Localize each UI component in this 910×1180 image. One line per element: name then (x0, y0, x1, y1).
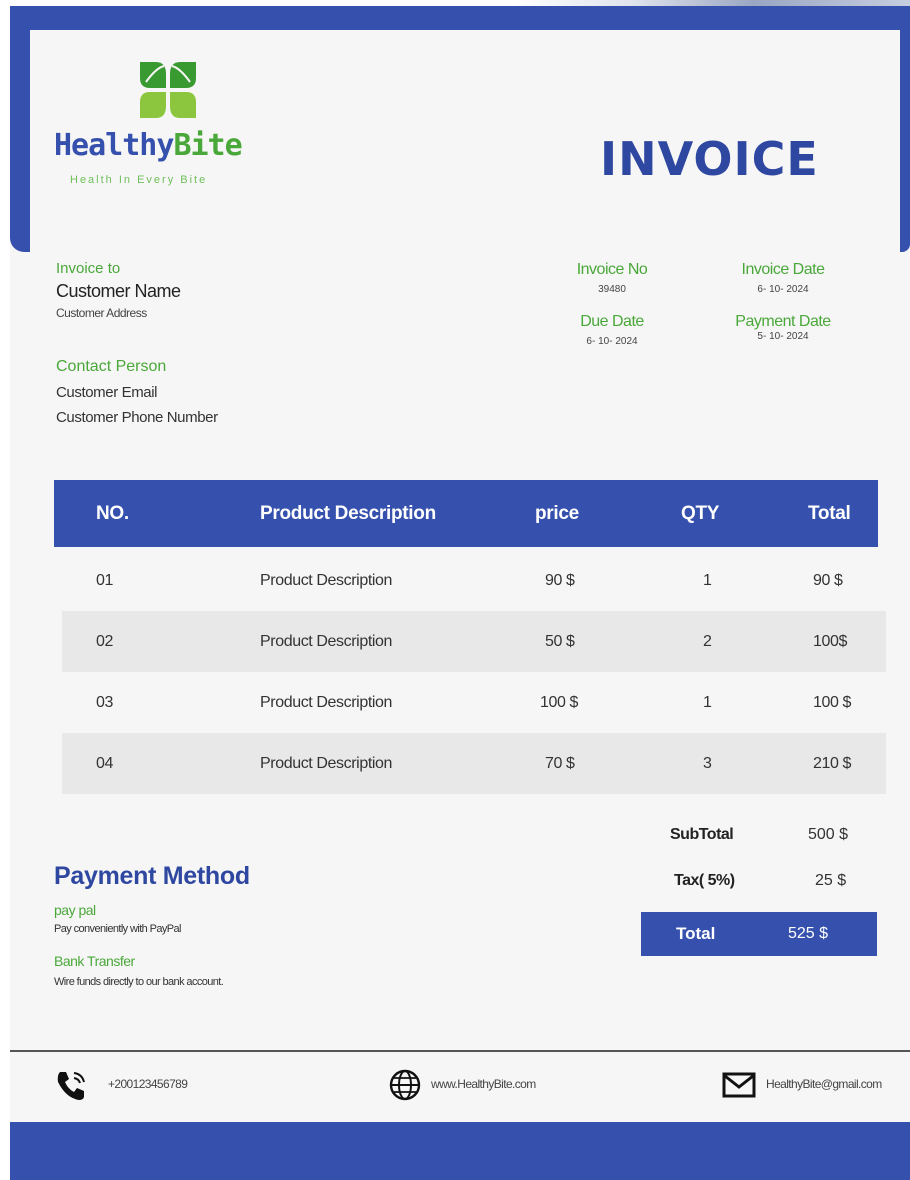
bill-to-block: Invoice to Customer Name Customer Addres… (56, 260, 181, 320)
table-row: 04 Product Description 70 $ 3 210 $ (62, 733, 886, 794)
page-title: INVOICE (600, 132, 819, 186)
left-frame-accent (10, 6, 30, 252)
total-value: 525 $ (788, 925, 829, 942)
header-band (10, 6, 910, 30)
payment-method-title: Payment Method (54, 862, 250, 890)
tax-value: 25 $ (815, 872, 847, 889)
brand-name: HealthyBite (54, 128, 243, 163)
footer-band (10, 1122, 910, 1180)
customer-email: Customer Email (56, 384, 158, 401)
column-header-total: Total (808, 503, 851, 524)
invoice-page: HealthyBite Health In Every Bite INVOICE… (10, 6, 910, 1180)
phone-icon (57, 1072, 85, 1100)
contact-block: Contact Person Customer Email Customer P… (56, 358, 218, 426)
customer-address: Customer Address (56, 306, 147, 320)
customer-name: Customer Name (56, 281, 181, 301)
mail-icon (722, 1072, 756, 1098)
footer-divider (10, 1050, 910, 1052)
right-frame-accent (900, 6, 910, 252)
invoice-to-label: Invoice to (56, 260, 121, 277)
globe-icon (389, 1069, 421, 1101)
footer-website[interactable]: www.HealthyBite.com (431, 1077, 536, 1091)
payment-method-name: pay pal (54, 902, 96, 918)
payment-method-description: Wire funds directly to our bank account. (54, 976, 224, 988)
payment-method-name: Bank Transfer (54, 953, 135, 969)
column-header-qty: QTY (681, 503, 720, 524)
payment-method-description: Pay conveniently with PayPal (54, 923, 181, 935)
table-row: 01 Product Description 90 $ 1 90 $ (96, 572, 843, 589)
brand-logo: HealthyBite Health In Every Bite (54, 58, 294, 198)
contact-person-label: Contact Person (56, 358, 167, 375)
total-label: Total (676, 924, 716, 943)
items-table-header: NO. Product Description price QTY Total (54, 480, 878, 547)
grand-total-box: Total 525 $ (641, 912, 877, 956)
table-row: 03 Product Description 100 $ 1 100 $ (96, 694, 852, 711)
invoice-no: Invoice No 39480 (576, 261, 648, 295)
payment-date: Payment Date 5- 10- 2024 (735, 313, 831, 342)
subtotal-value: 500 $ (808, 826, 849, 843)
leaf-logo-icon (140, 62, 196, 118)
footer-phone: +200123456789 (108, 1077, 188, 1091)
column-header-price: price (535, 503, 579, 524)
table-row: 02 Product Description 50 $ 2 100$ (62, 611, 886, 672)
subtotal-label: SubTotal (670, 826, 734, 843)
invoice-date: Invoice Date 6- 10- 2024 (741, 261, 825, 295)
column-header-description: Product Description (260, 503, 436, 524)
due-date: Due Date 6- 10- 2024 (580, 313, 644, 347)
column-header-no: NO. (96, 503, 129, 524)
footer-email[interactable]: HealthyBite@gmail.com (766, 1077, 882, 1091)
brand-tagline: Health In Every Bite (70, 174, 208, 186)
tax-label: Tax( 5%) (674, 872, 735, 889)
customer-phone: Customer Phone Number (56, 409, 218, 426)
